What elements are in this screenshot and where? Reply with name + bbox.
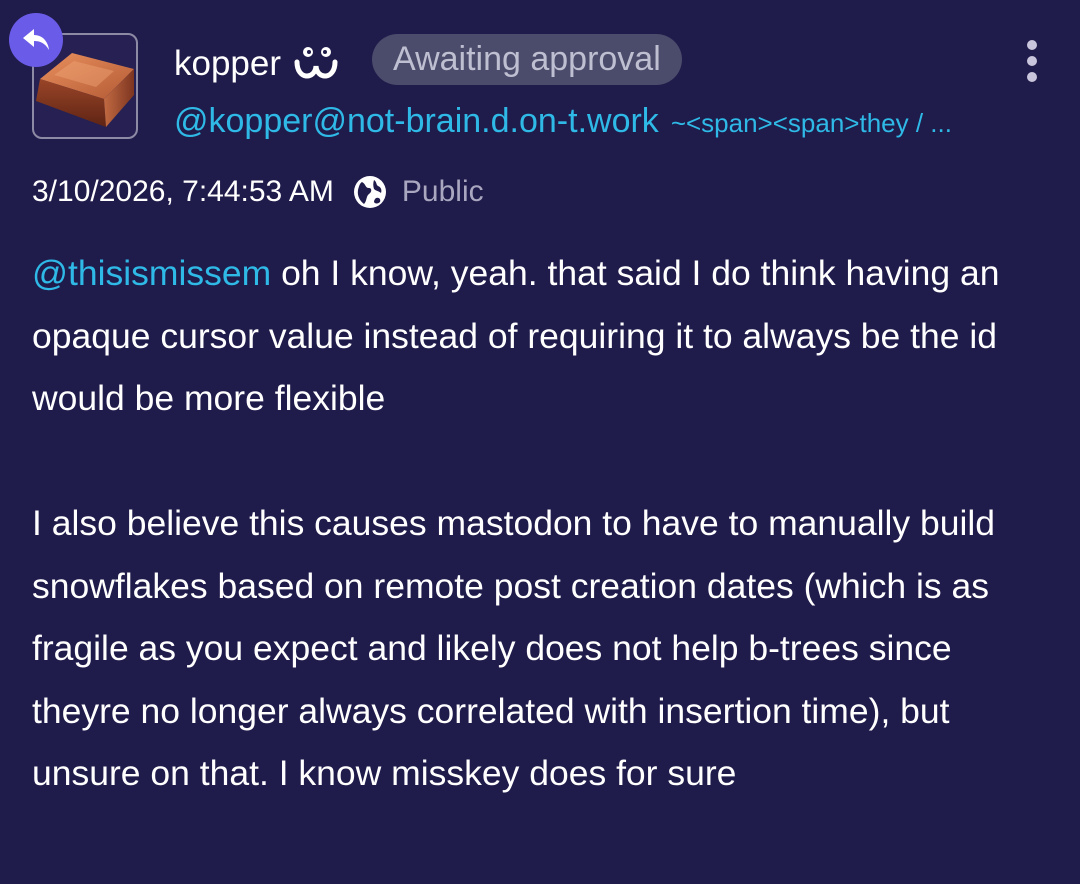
author-display-name[interactable]: kopper [174,44,281,84]
globe-icon [353,176,386,208]
status-badge: Awaiting approval [372,34,682,85]
post-timestamp[interactable]: 3/10/2026, 7:44:53 AM [32,175,334,209]
author-handle[interactable]: @kopper@not-brain.d.on-t.work [174,102,659,141]
more-options-button[interactable] [1014,38,1050,84]
visibility-label: Public [401,175,484,208]
author-pronouns: ~<span><span>they / ... [670,108,952,138]
reply-arrow-icon [23,29,49,50]
content-paragraph: I also believe this causes mastodon to h… [32,503,996,793]
post-meta: 3/10/2026, 7:44:53 AM Public [32,170,484,214]
author-name-row[interactable]: kopper [174,34,353,94]
uwu-emoji-icon [294,47,338,79]
mention-link[interactable]: @thisismissem [32,253,271,293]
reply-indicator [9,13,63,67]
post-content: @thisismissem oh I know, yeah. that said… [32,242,1042,805]
content-paragraph: @thisismissem oh I know, yeah. that said… [32,242,1042,430]
author-handle-row: @kopper@not-brain.d.on-t.work ~<span><sp… [174,102,1054,141]
post-card[interactable]: kopper Awaiting approval @kopper@not-bra… [0,0,1080,884]
more-vertical-icon [1027,40,1037,50]
